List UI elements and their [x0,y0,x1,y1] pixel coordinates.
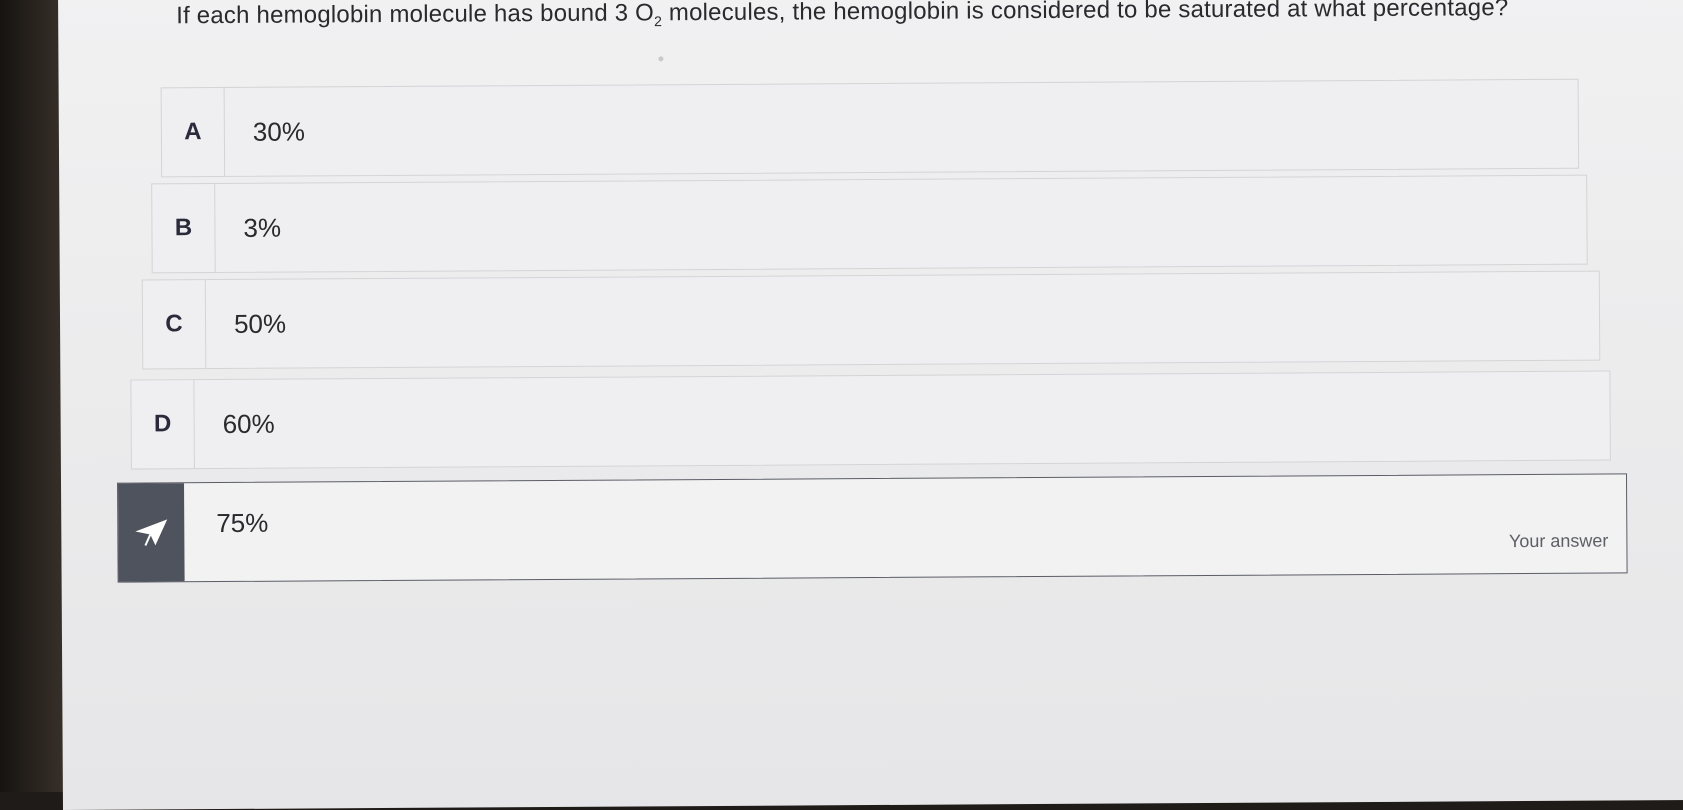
answer-option-a[interactable]: A 30% [160,78,1580,178]
decorative-dot [658,56,664,62]
selected-answer-marker [118,483,185,582]
option-value: 3% [243,212,282,243]
option-value: 30% [252,115,306,147]
question-text: If each hemoglobin molecule has bound 3 … [176,0,1596,43]
answer-option-b[interactable]: B 3% [151,174,1588,274]
selected-answer-value: 75% [216,507,269,538]
question-text-start: If each hemoglobin molecule has bound 3 … [176,0,655,30]
quiz-screen: If each hemoglobin molecule has bound 3 … [58,0,1683,810]
option-letter: A [161,87,226,177]
option-letter: B [152,184,216,273]
answer-option-d[interactable]: D 60% [130,370,1611,470]
question-subscript: 2 [653,13,663,30]
option-value: 60% [222,408,275,439]
option-letter: D [131,380,195,469]
your-answer-label: Your answer [1508,530,1609,552]
option-value: 50% [233,308,287,339]
question-text-end: molecules, the hemoglobin is considered … [661,0,1509,27]
answer-option-c[interactable]: C 50% [141,270,1601,370]
option-letter: C [142,280,207,369]
selected-answer-option[interactable]: 75% Your answer [117,473,1628,583]
paper-plane-icon [135,519,168,546]
